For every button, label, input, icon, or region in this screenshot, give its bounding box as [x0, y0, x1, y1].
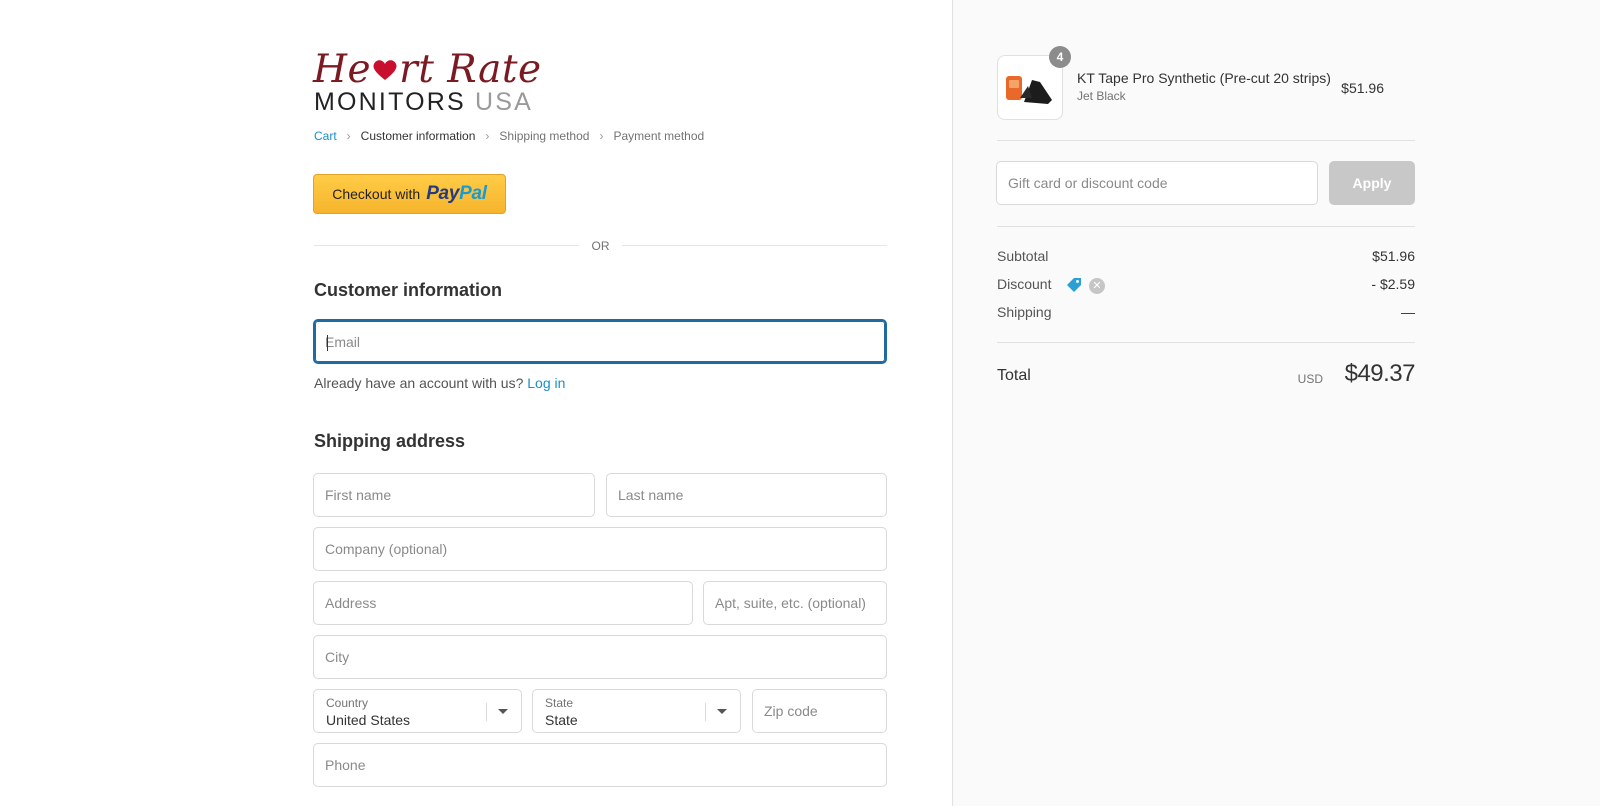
- select-divider: [486, 703, 487, 721]
- breadcrumb-payment-method: Payment method: [613, 129, 705, 143]
- paypal-logo-pal: Pal: [459, 183, 487, 204]
- quantity-badge: 4: [1049, 46, 1071, 68]
- email-input[interactable]: [315, 321, 885, 362]
- email-field[interactable]: [313, 319, 887, 364]
- company-field[interactable]: [313, 527, 887, 571]
- text-caret: [327, 335, 328, 351]
- discount-label: Discount: [997, 276, 1052, 292]
- tag-icon: [1067, 278, 1081, 292]
- state-select[interactable]: State State: [532, 689, 741, 733]
- customer-information-heading: Customer information: [314, 280, 503, 300]
- state-select-label: State: [545, 696, 574, 710]
- total-row: Total USD $49.37: [997, 360, 1416, 394]
- product-thumbnail: 4: [997, 46, 1071, 120]
- discount-row: Discount ✕ - $2.59: [997, 276, 1415, 296]
- paypal-logo-pay: Pay: [426, 183, 460, 204]
- logo-text-part2: rt Rate: [399, 47, 542, 92]
- divider-line-right: [622, 245, 887, 246]
- product-name: KT Tape Pro Synthetic (Pre-cut 20 strips…: [1077, 70, 1331, 86]
- chevron-down-icon: [498, 709, 508, 714]
- discount-code-field[interactable]: [996, 161, 1318, 205]
- paypal-button-label: Checkout with: [332, 186, 421, 202]
- logo-subtitle: MONITORS USA: [314, 88, 534, 116]
- zip-code-input[interactable]: [753, 690, 886, 732]
- country-select-label: Country: [326, 696, 369, 710]
- store-logo[interactable]: He rt Rate MONITORS USA: [313, 50, 541, 115]
- first-name-field[interactable]: [313, 473, 595, 517]
- divider: [997, 342, 1415, 343]
- last-name-field[interactable]: [606, 473, 887, 517]
- total-label: Total: [997, 367, 1031, 384]
- discount-code-input[interactable]: [997, 162, 1317, 204]
- or-divider-text: OR: [591, 239, 610, 253]
- shipping-value: —: [1401, 304, 1415, 320]
- breadcrumb: Cart › Customer information › Shipping m…: [314, 129, 704, 143]
- subtotal-value: $51.96: [1372, 248, 1415, 264]
- zip-code-field[interactable]: [752, 689, 887, 733]
- breadcrumb-cart[interactable]: Cart: [314, 129, 337, 143]
- account-prompt-text: Already have an account with us?: [314, 375, 524, 391]
- logo-text-monitors: MONITORS: [314, 88, 466, 116]
- first-name-input[interactable]: [314, 474, 594, 516]
- apartment-field[interactable]: [703, 581, 887, 625]
- currency-code: USD: [1297, 372, 1323, 386]
- apply-discount-button[interactable]: Apply: [1329, 161, 1415, 205]
- order-summary-sidebar: 4 KT Tape Pro Synthetic (Pre-cut 20 stri…: [952, 0, 1600, 806]
- logo-text-usa: USA: [475, 88, 534, 116]
- heart-icon: [372, 59, 398, 81]
- apartment-input[interactable]: [704, 582, 886, 624]
- main-content: He rt Rate MONITORS USA Cart › Customer i…: [0, 0, 952, 806]
- shipping-label: Shipping: [997, 304, 1052, 320]
- divider: [997, 226, 1415, 227]
- city-field[interactable]: [313, 635, 887, 679]
- paypal-checkout-button[interactable]: Checkout with PayPal: [313, 174, 506, 214]
- paypal-logo: PayPal: [426, 183, 487, 205]
- chevron-right-icon: ›: [599, 129, 604, 143]
- subtotal-label: Subtotal: [997, 248, 1049, 264]
- phone-field[interactable]: [313, 743, 887, 787]
- logo-wordmark: He rt Rate: [313, 50, 542, 89]
- total-value: $49.37: [1344, 360, 1416, 387]
- product-image: [1006, 76, 1052, 104]
- address-field[interactable]: [313, 581, 693, 625]
- or-divider: OR: [314, 238, 887, 254]
- city-input[interactable]: [314, 636, 886, 678]
- select-divider: [705, 703, 706, 721]
- last-name-input[interactable]: [607, 474, 886, 516]
- chevron-down-icon: [717, 709, 727, 714]
- chevron-right-icon: ›: [485, 129, 490, 143]
- product-price: $51.96: [1341, 80, 1384, 96]
- chevron-right-icon: ›: [346, 129, 351, 143]
- discount-value: - $2.59: [1371, 276, 1415, 292]
- breadcrumb-customer-information: Customer information: [360, 129, 476, 143]
- country-select[interactable]: Country United States: [313, 689, 522, 733]
- breadcrumb-shipping-method: Shipping method: [499, 129, 590, 143]
- product-variant: Jet Black: [1077, 89, 1126, 103]
- divider: [997, 140, 1415, 141]
- logo-text-part1: He: [313, 47, 372, 92]
- state-select-value: State: [545, 712, 578, 728]
- shipping-row: Shipping —: [997, 304, 1415, 324]
- remove-discount-icon[interactable]: ✕: [1089, 278, 1105, 294]
- country-select-value: United States: [326, 712, 411, 728]
- account-prompt: Already have an account with us? Log in: [314, 375, 565, 391]
- shipping-address-heading: Shipping address: [314, 431, 466, 451]
- company-input[interactable]: [314, 528, 886, 570]
- subtotal-row: Subtotal $51.96: [997, 248, 1415, 268]
- address-input[interactable]: [314, 582, 692, 624]
- login-link[interactable]: Log in: [527, 375, 565, 391]
- phone-input[interactable]: [314, 744, 886, 786]
